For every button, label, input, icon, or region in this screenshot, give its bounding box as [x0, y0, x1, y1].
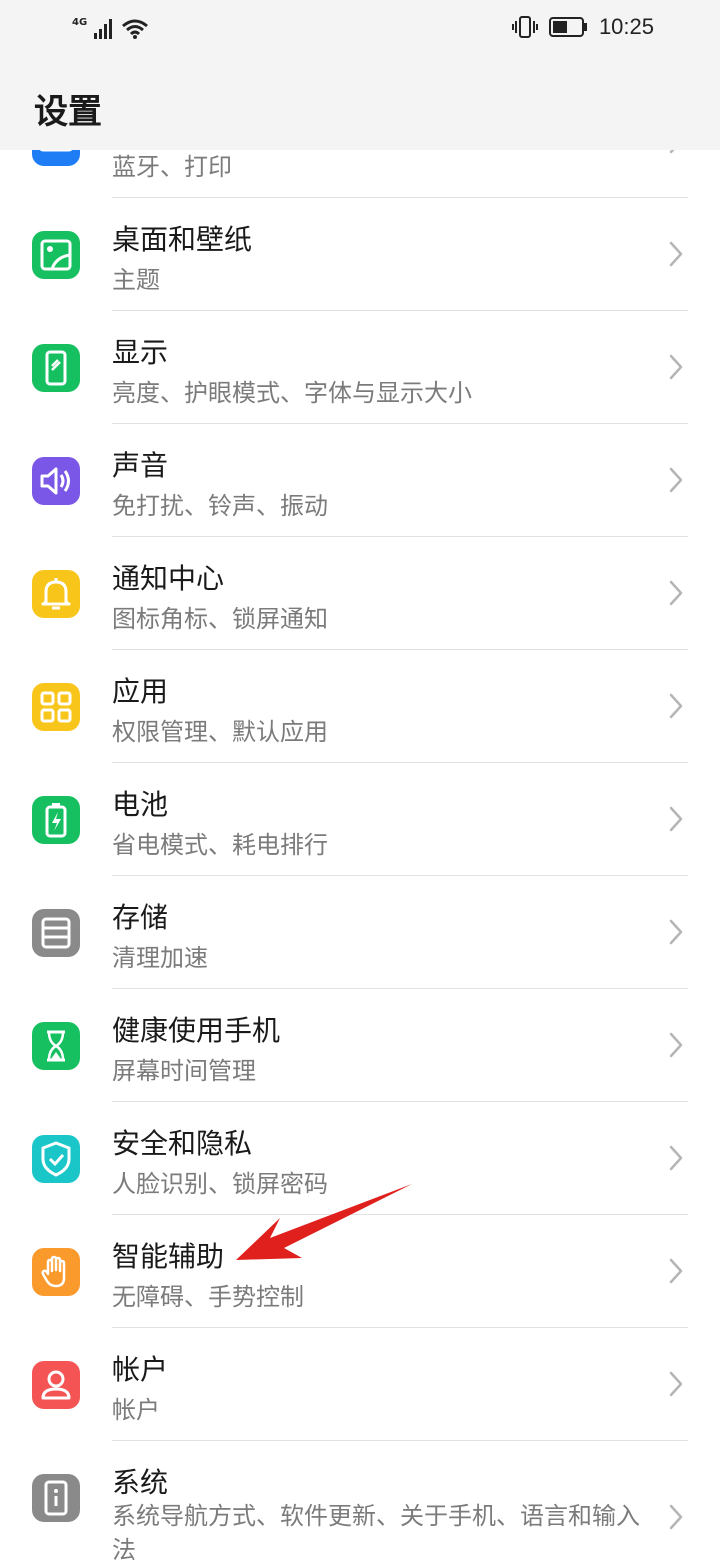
settings-item-10[interactable]: 智能辅助无障碍、手势控制: [0, 1215, 720, 1328]
apps-icon: [32, 683, 80, 731]
settings-item-subtitle: 主题: [112, 266, 160, 294]
network-type-label: 4G: [72, 17, 88, 28]
chevron-right-icon: [669, 1032, 683, 1058]
settings-item-1[interactable]: 桌面和壁纸 主题: [0, 198, 720, 311]
settings-item-6[interactable]: 电池省电模式、耗电排行: [0, 763, 720, 876]
page-title: 设置: [34, 92, 102, 132]
hourglass-icon: [32, 1022, 80, 1070]
chevron-right-icon: [669, 241, 683, 267]
sound-icon: [32, 457, 80, 505]
settings-item-title: 应用: [112, 675, 169, 708]
vibrate-icon: [511, 16, 538, 38]
settings-item-title: 帐户: [112, 1353, 169, 1386]
settings-item-subtitle: 亮度、护眼模式、字体与显示大小: [112, 379, 472, 407]
system-info-icon: [32, 1474, 80, 1522]
settings-item-subtitle: 清理加速: [112, 944, 208, 972]
chevron-right-icon: [669, 693, 683, 719]
signal-icon: [94, 19, 113, 39]
wifi-icon: [122, 19, 149, 39]
status-left: 4G: [72, 14, 149, 40]
account-icon: [32, 1361, 80, 1409]
chevron-right-icon: [669, 354, 683, 380]
settings-screen: 蓝牙、打印桌面和壁纸主题显示亮度、护眼模式、字体与显示大小声音免打扰、铃声、振动…: [0, 0, 720, 1560]
settings-item-subtitle: 屏幕时间管理: [112, 1057, 256, 1085]
chevron-right-icon: [669, 1371, 683, 1397]
settings-item-8[interactable]: 健康使用手机屏幕时间管理: [0, 989, 720, 1102]
settings-item-subtitle: 系统导航方式、软件更新、关于手机、语言和输入法: [112, 1502, 640, 1560]
settings-item-subtitle: 权限管理、默认应用: [112, 718, 328, 746]
settings-item-title: 声音: [112, 449, 169, 482]
chevron-right-icon: [669, 1145, 683, 1171]
battery-status-icon: [548, 17, 587, 37]
chevron-right-icon: [669, 1504, 683, 1530]
settings-item-3[interactable]: 声音免打扰、铃声、振动: [0, 424, 720, 537]
settings-item-title: 智能辅助: [112, 1240, 225, 1273]
settings-item-subtitle: 帐户: [112, 1396, 160, 1424]
hand-icon: [32, 1248, 80, 1296]
display-icon: [32, 344, 80, 392]
storage-icon: [32, 909, 80, 957]
settings-item-7[interactable]: 存储 清理加速: [0, 876, 720, 989]
chevron-right-icon: [669, 919, 683, 945]
settings-item-9[interactable]: 安全和隐私人脸识别、锁屏密码: [0, 1102, 720, 1215]
settings-item-2[interactable]: 显示亮度、护眼模式、字体与显示大小: [0, 311, 720, 424]
clock: 10:25: [598, 14, 654, 39]
settings-item-title: 存储: [112, 901, 169, 934]
settings-item-5[interactable]: 应用权限管理、默认应用: [0, 650, 720, 763]
chevron-right-icon: [669, 580, 683, 606]
settings-item-11[interactable]: 帐户 帐户: [0, 1328, 720, 1441]
battery-icon: [32, 796, 80, 844]
settings-item-title: 通知中心: [112, 562, 225, 595]
shield-check-icon: [32, 1135, 80, 1183]
settings-item-title: 健康使用手机: [112, 1014, 281, 1047]
chevron-right-icon: [669, 806, 683, 832]
settings-item-title: 显示: [112, 336, 169, 369]
settings-item-subtitle: 人脸识别、锁屏密码: [112, 1170, 328, 1198]
settings-item-title: 电池: [112, 788, 169, 821]
header-bar: 4G 10:25 设置: [0, 0, 720, 150]
settings-item-title: 系统: [112, 1466, 169, 1499]
settings-item-subtitle: 蓝牙、打印: [112, 153, 232, 181]
settings-item-12[interactable]: 系统 系统导航方式、软件更新、关于手机、语言和输入法: [0, 1441, 720, 1560]
settings-item-4[interactable]: 通知中心图标角标、锁屏通知: [0, 537, 720, 650]
status-right: 10:25: [511, 12, 654, 42]
settings-item-title: 安全和隐私: [112, 1127, 253, 1160]
chevron-right-icon: [669, 1258, 683, 1284]
status-bar: 4G 10:25: [0, 0, 720, 56]
settings-item-subtitle: 图标角标、锁屏通知: [112, 605, 328, 633]
chevron-right-icon: [669, 467, 683, 493]
settings-item-subtitle: 省电模式、耗电排行: [112, 831, 328, 859]
settings-item-title: 桌面和壁纸: [112, 223, 253, 256]
settings-list: 蓝牙、打印桌面和壁纸主题显示亮度、护眼模式、字体与显示大小声音免打扰、铃声、振动…: [0, 85, 720, 1560]
settings-item-subtitle: 无障碍、手势控制: [112, 1283, 304, 1311]
wallpaper-icon: [32, 231, 80, 279]
settings-item-subtitle: 免打扰、铃声、振动: [112, 492, 328, 520]
bell-icon: [32, 570, 80, 618]
